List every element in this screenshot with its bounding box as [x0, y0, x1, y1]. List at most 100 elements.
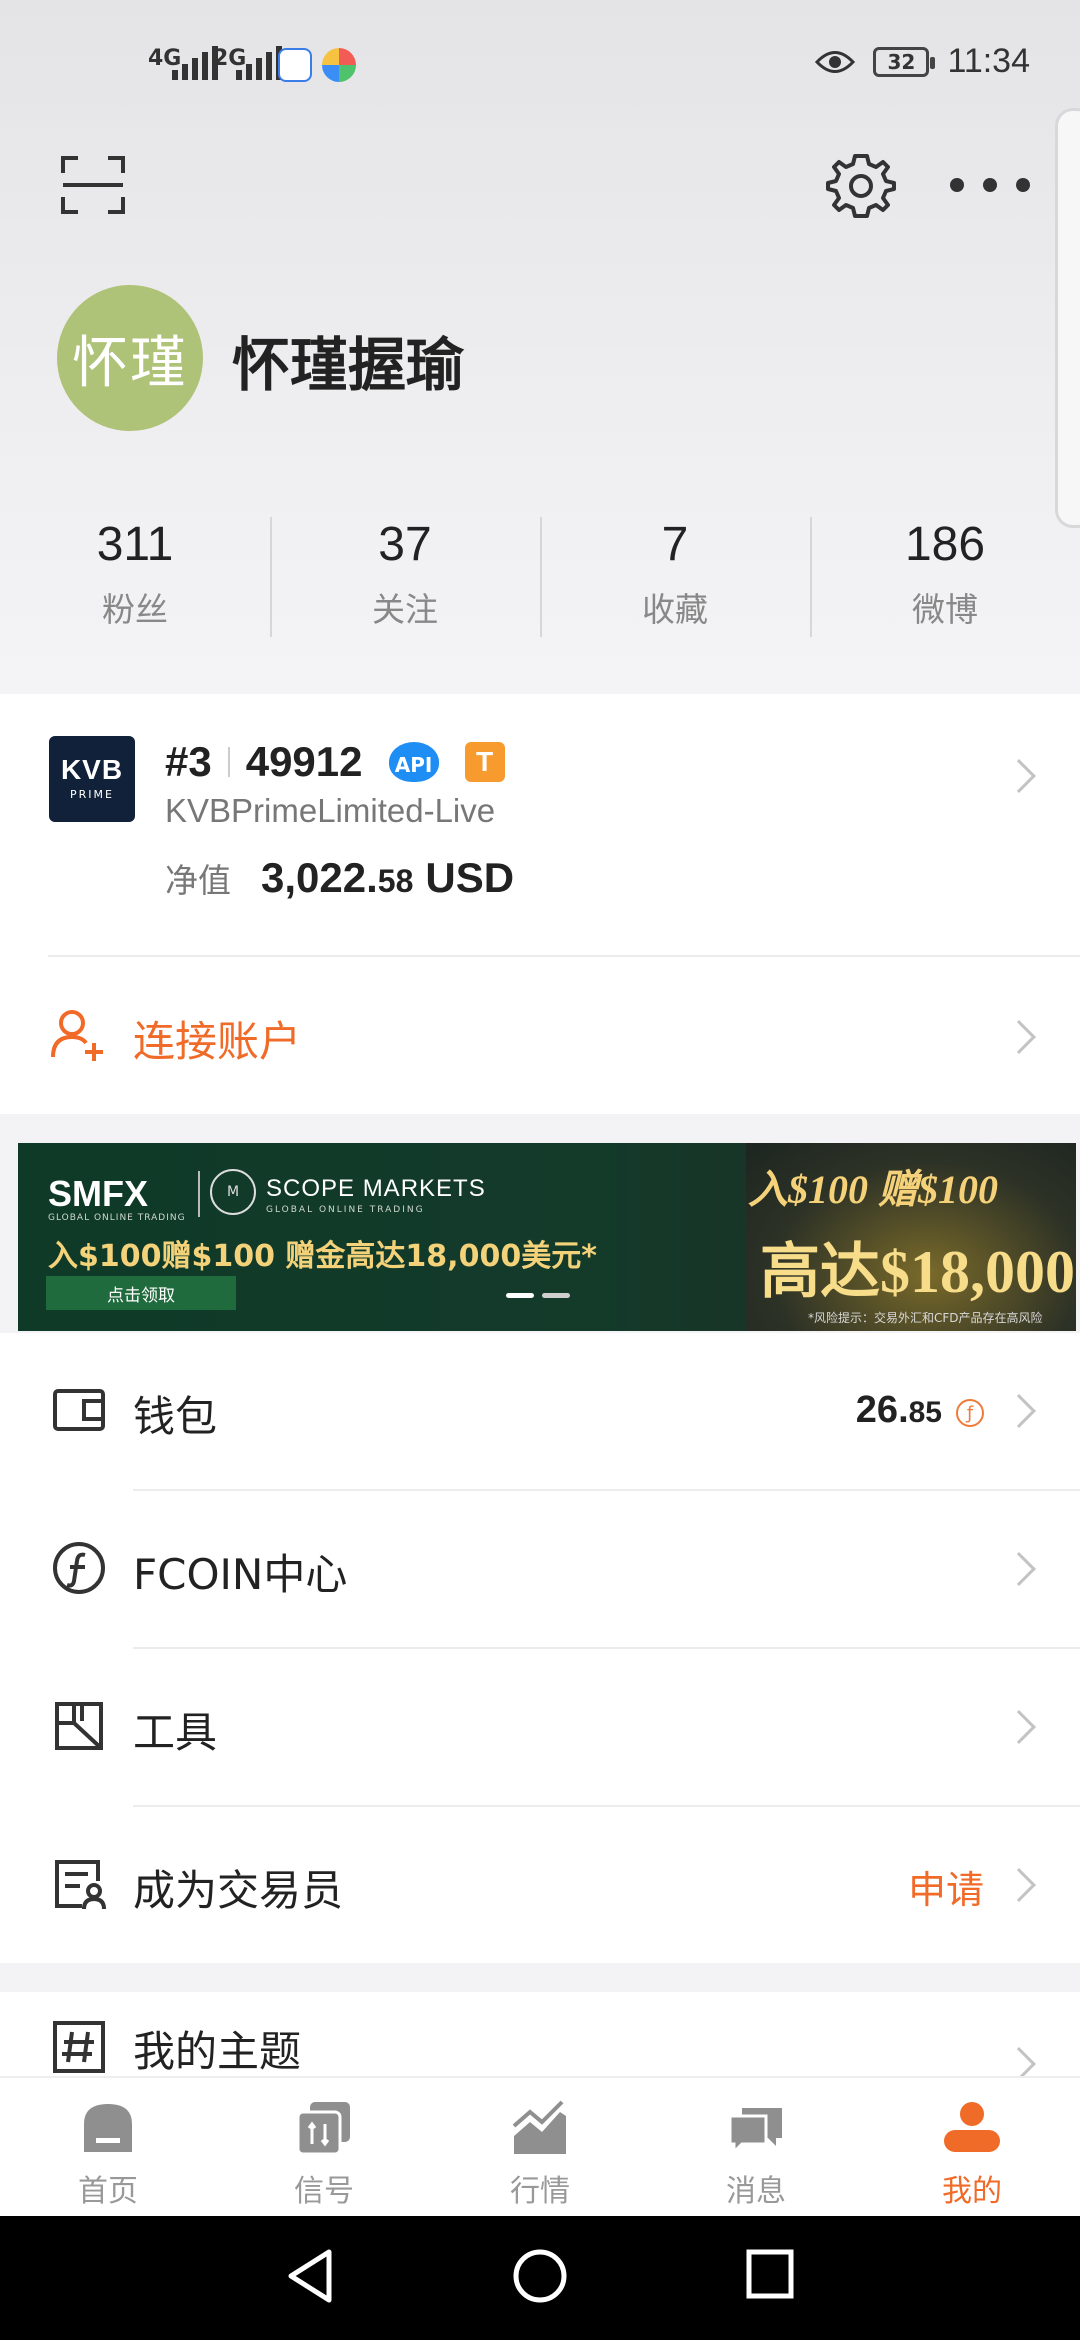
app-notification-icon-2 [322, 48, 356, 82]
fcoin-icon [53, 1542, 105, 1594]
hashtag-icon [53, 2021, 105, 2073]
stat-value: 37 [378, 518, 432, 571]
t-badge: T [464, 742, 505, 782]
clock: 11:34 [947, 42, 1030, 80]
stat-value: 7 [661, 518, 689, 571]
connect-account-button[interactable]: 连接账户 [133, 1008, 301, 1069]
eye-icon [815, 50, 856, 73]
banner-divider [198, 1171, 200, 1217]
menu-list: 钱包 26. 85 ƒ FCOIN中心 工具 成为交易员 申请 [0, 1333, 1080, 1963]
equity-row: 净值 3,022. 58 USD [165, 854, 514, 902]
status-bar: 4G 2G 32 11:34 [0, 0, 1080, 130]
user-icon [944, 2102, 1000, 2152]
divider [48, 955, 1080, 957]
signal-icon [172, 44, 218, 80]
scope-logo-icon: M [210, 1169, 256, 1215]
menu-item-wallet[interactable]: 钱包 26. 85 ƒ [0, 1333, 1080, 1491]
wallet-balance-dec: 85 [908, 1396, 942, 1429]
menu-item-become-trader[interactable]: 成为交易员 申请 [0, 1807, 1080, 1965]
stat-label: 微博 [912, 590, 978, 629]
signal-icon-2 [236, 44, 282, 80]
back-icon[interactable] [285, 2248, 335, 2304]
broker-server: KVBPrimeLimited-Live [165, 792, 496, 829]
stat-label: 收藏 [642, 590, 708, 629]
app-notification-icon [278, 48, 312, 82]
wallet-balance-int: 26. [855, 1389, 909, 1431]
stat-label: 关注 [372, 590, 438, 629]
nav-label: 行情 [510, 2174, 570, 2209]
menu-label: FCOIN中心 [133, 1550, 348, 1599]
account-card: KVB PRIME #3 49912 API T KVBPrimeLimited… [0, 694, 1080, 1114]
nav-market[interactable]: 行情 [432, 2078, 648, 2216]
battery-icon: 32 [873, 46, 936, 77]
chevron-right-icon[interactable] [1002, 1710, 1036, 1744]
banner-pager [506, 1293, 570, 1298]
chevron-right-icon[interactable] [1002, 759, 1036, 793]
username[interactable]: 怀瑾握瑜 [232, 318, 464, 402]
menu-label: 钱包 [133, 1392, 218, 1441]
menu-item-tools[interactable]: 工具 [0, 1649, 1080, 1807]
avatar[interactable]: 怀瑾 [57, 285, 203, 431]
nav-me[interactable]: 我的 [864, 2078, 1080, 2216]
chevron-right-icon[interactable] [1002, 1552, 1036, 1586]
apply-link[interactable]: 申请 [908, 1859, 984, 1914]
banner-headline: 入$100赠$100 赠金高达18,000美元* [48, 1239, 597, 1274]
scan-icon[interactable] [60, 155, 126, 215]
broker-logo-sub: PRIME [70, 788, 114, 801]
chevron-right-icon[interactable] [1002, 1394, 1036, 1428]
api-badge: API [388, 742, 439, 782]
tools-icon [55, 1702, 103, 1750]
banner-scope-sub: GLOBAL ONLINE TRADING [266, 1205, 425, 1215]
trader-id-icon [55, 1860, 106, 1910]
nav-label: 首页 [78, 2174, 138, 2209]
banner-risk-note: *风险提示：交易外汇和CFD产品存在高风险 [808, 1311, 1043, 1325]
gear-icon[interactable] [826, 150, 896, 220]
side-scroll-handle[interactable] [1055, 108, 1080, 528]
account-divider [227, 747, 230, 777]
menu-label: 成为交易员 [133, 1866, 344, 1915]
stat-label: 粉丝 [102, 590, 168, 629]
broker-logo: KVB PRIME [49, 736, 135, 822]
stat-value: 311 [96, 518, 174, 571]
wallet-balance: 26. 85 [856, 1389, 942, 1432]
stat-following[interactable]: 37 关注 [270, 505, 540, 645]
fcoin-icon: ƒ [956, 1399, 984, 1427]
account-info-row[interactable]: #3 49912 API T [165, 732, 505, 792]
broker-logo-main: KVB [60, 754, 124, 785]
banner-brand-sub: GLOBAL ONLINE TRADING [48, 1213, 186, 1223]
menu-label: 工具 [133, 1708, 218, 1757]
stat-followers[interactable]: 311 粉丝 [0, 505, 270, 645]
stat-value: 186 [904, 518, 986, 571]
equity-label: 净值 [165, 861, 231, 900]
account-number: 49912 [245, 738, 363, 785]
add-user-icon [51, 1010, 103, 1061]
promo-banner[interactable]: SMFX GLOBAL ONLINE TRADING M SCOPE MARKE… [18, 1143, 1076, 1331]
stat-favorites[interactable]: 7 收藏 [540, 505, 810, 645]
banner-claim-button[interactable]: 点击领取 [46, 1276, 236, 1310]
nav-label: 消息 [726, 2174, 786, 2209]
message-icon [728, 2108, 782, 2156]
equity-currency: USD [425, 854, 515, 901]
nav-label: 信号 [294, 2174, 354, 2209]
profile-stats: 311 粉丝 37 关注 7 收藏 186 微博 [0, 505, 1080, 645]
equity-value-dec: 58 [377, 863, 414, 899]
banner-promo-line2: 高达$18,000 [760, 1239, 1075, 1305]
bottom-nav: 首页 信号 行情 消息 我的 [0, 2076, 1080, 2216]
more-options-icon[interactable] [950, 168, 1030, 202]
banner-promo-line1: 入$100 赠$100 [748, 1167, 998, 1212]
banner-brand: SMFX [48, 1173, 149, 1214]
nav-messages[interactable]: 消息 [648, 2078, 864, 2216]
nav-home[interactable]: 首页 [0, 2078, 216, 2216]
chevron-right-icon[interactable] [1002, 1020, 1036, 1054]
stat-posts[interactable]: 186 微博 [810, 505, 1080, 645]
account-rank: #3 [165, 738, 212, 785]
nav-signals[interactable]: 信号 [216, 2078, 432, 2216]
recents-icon[interactable] [745, 2248, 795, 2300]
wallet-icon [53, 1389, 105, 1431]
home-circle-icon[interactable] [512, 2248, 568, 2304]
banner-scope: SCOPE MARKETS [266, 1175, 486, 1202]
chevron-right-icon[interactable] [1002, 1868, 1036, 1902]
menu-item-fcoin[interactable]: FCOIN中心 [0, 1491, 1080, 1649]
home-icon [84, 2104, 132, 2152]
equity-value-int: 3,022. [261, 854, 378, 901]
